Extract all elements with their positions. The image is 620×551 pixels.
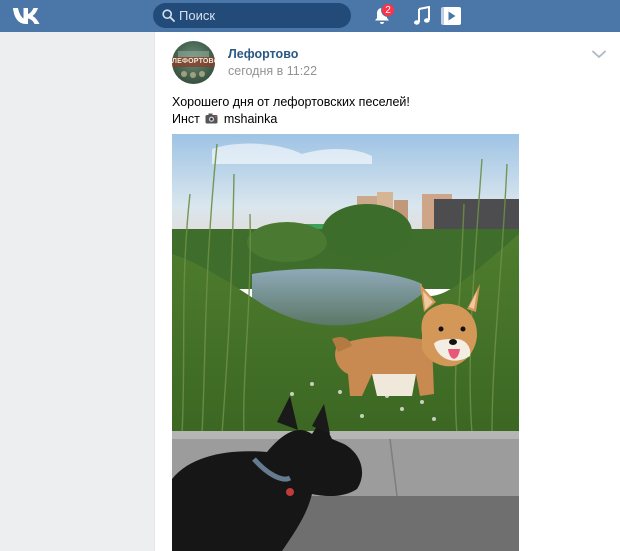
- avatar[interactable]: ЛЕФОРТОВО: [172, 41, 215, 84]
- camera-emoji-icon: [205, 113, 218, 124]
- post-author-link[interactable]: Лефортово: [228, 47, 298, 61]
- post-username[interactable]: mshainka: [224, 112, 278, 126]
- notifications-badge: 2: [381, 3, 395, 17]
- post-text-line-2: Инст mshainka: [172, 112, 277, 126]
- post-text-line-1: Хорошего дня от лефортовских песелей!: [172, 95, 410, 109]
- post-timestamp[interactable]: сегодня в 11:22: [228, 64, 317, 78]
- top-navigation-bar: 2: [0, 0, 620, 32]
- post-text-prefix: Инст: [172, 112, 200, 126]
- search-box[interactable]: [153, 3, 351, 28]
- avatar-logo-text: ЛЕФОРТОВО: [172, 57, 215, 67]
- vk-logo-icon[interactable]: [12, 5, 42, 27]
- music-icon[interactable]: [413, 6, 431, 26]
- search-icon: [162, 9, 175, 22]
- corgi-and-terrier-photo: [172, 134, 519, 551]
- wall-post: ЛЕФОРТОВО Лефортово сегодня в 11:22 Хоро…: [154, 32, 620, 551]
- chevron-down-icon[interactable]: [592, 50, 606, 59]
- search-input[interactable]: [179, 3, 344, 28]
- post-photo[interactable]: [172, 134, 519, 551]
- video-icon[interactable]: [440, 6, 462, 26]
